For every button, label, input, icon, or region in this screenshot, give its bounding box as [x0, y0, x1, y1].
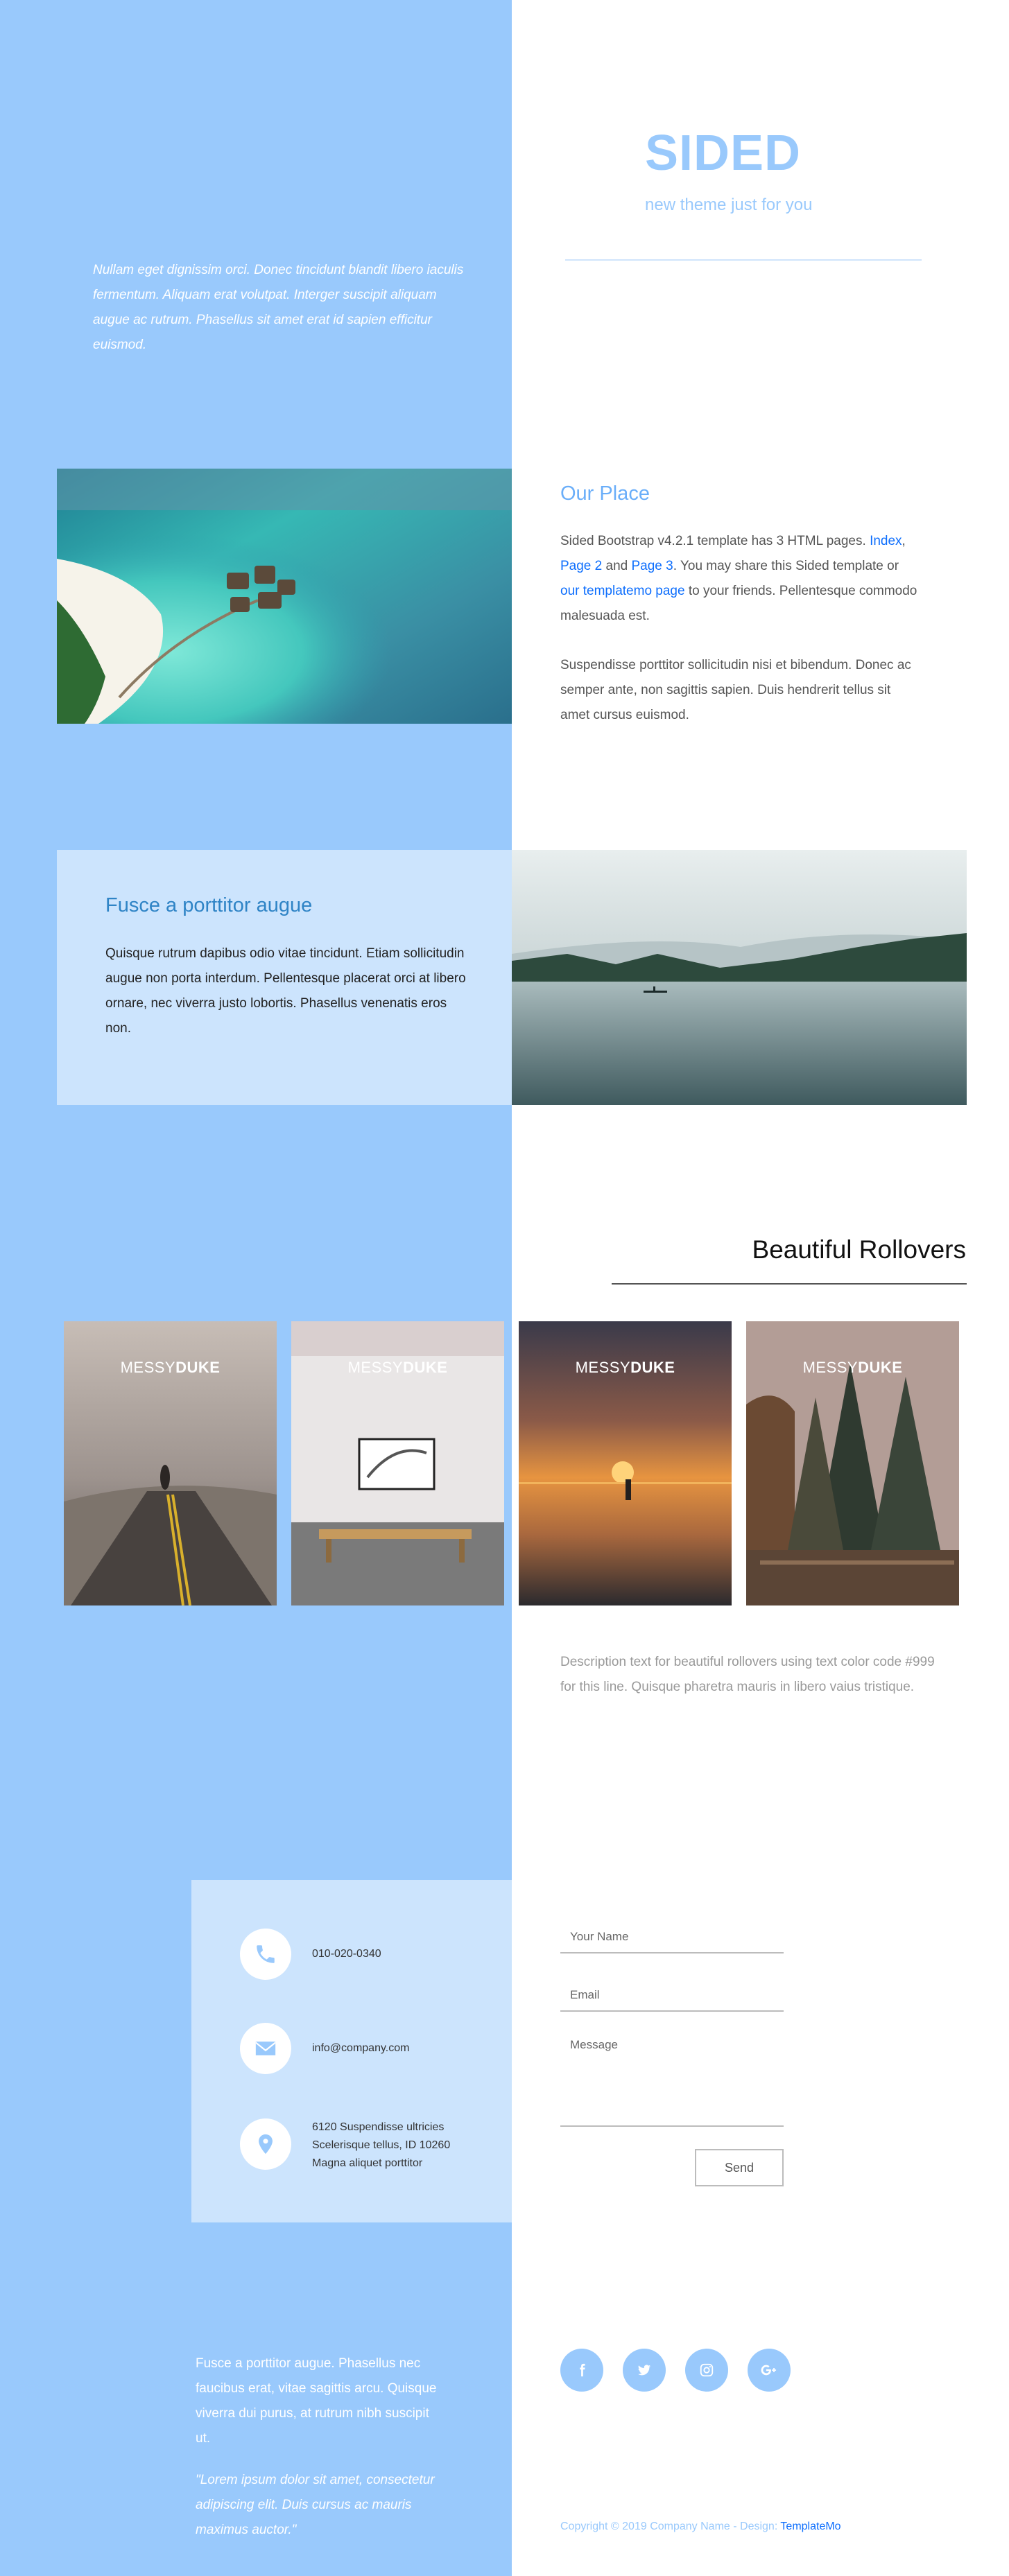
logo-bold-text: DUKE	[175, 1359, 221, 1376]
logo-bold-text: DUKE	[403, 1359, 448, 1376]
brand-title: SIDED	[645, 125, 802, 181]
logo-light-text: MESSY	[575, 1359, 631, 1376]
rollovers-divider	[612, 1283, 967, 1285]
templatemo-design-link[interactable]: TemplateMo	[780, 2521, 840, 2532]
index-link[interactable]: Index	[870, 534, 902, 548]
hero-divider	[565, 259, 922, 261]
google-plus-icon[interactable]	[748, 2349, 791, 2392]
copyright-line: Copyright © 2019 Company Name - Design: …	[560, 2521, 841, 2533]
our-place-paragraph-1: Sided Bootstrap v4.2.1 template has 3 HT…	[560, 529, 921, 629]
footer-quote: "Lorem ipsum dolor sit amet, consectetur…	[196, 2473, 435, 2537]
logo-light-text: MESSY	[347, 1359, 404, 1376]
and-text: and	[605, 559, 628, 573]
logo-light-text: MESSY	[802, 1359, 859, 1376]
contact-email: info@company.com	[312, 2042, 410, 2054]
rollover-logo: MESSYDUKE	[64, 1359, 277, 1377]
our-place-mid-text: . You may share this Sided template or	[673, 559, 899, 573]
footer-text: Fusce a porttitor augue. Phasellus nec f…	[196, 2356, 437, 2446]
page-3-link[interactable]: Page 3	[632, 559, 673, 573]
page-2-link[interactable]: Page 2	[560, 559, 602, 573]
our-place-intro-text: Sided Bootstrap v4.2.1 template has 3 HT…	[560, 534, 866, 548]
facebook-icon[interactable]	[560, 2349, 603, 2392]
name-field[interactable]	[560, 1922, 784, 1953]
copyright-text: Copyright © 2019 Company Name - Design:	[560, 2521, 778, 2532]
lake-image	[512, 850, 967, 1105]
logo-light-text: MESSY	[120, 1359, 176, 1376]
fusce-text: Quisque rutrum dapibus odio vitae tincid…	[105, 946, 466, 1036]
address-line-2: Scelerisque tellus, ID 10260	[312, 2139, 451, 2151]
twitter-icon[interactable]	[623, 2349, 666, 2392]
rollovers-title: Beautiful Rollovers	[752, 1235, 966, 1264]
contact-phone: 010-020-0340	[312, 1948, 381, 1960]
hero-text: Nullam eget dignissim orci. Donec tincid…	[93, 263, 464, 352]
rollovers-description: Description text for beautiful rollovers…	[560, 1655, 935, 1694]
rollover-thumb-road[interactable]: MESSYDUKE	[64, 1321, 277, 1605]
address-line-1: 6120 Suspendisse ultricies	[312, 2121, 445, 2133]
envelope-icon	[240, 2023, 291, 2074]
phone-icon	[240, 1929, 291, 1980]
rollover-thumb-sunset[interactable]: MESSYDUKE	[519, 1321, 732, 1605]
comma-text: ,	[902, 534, 906, 548]
rollover-logo: MESSYDUKE	[291, 1359, 504, 1377]
templatemo-link[interactable]: our templatemo page	[560, 584, 685, 598]
rollover-logo: MESSYDUKE	[746, 1359, 959, 1377]
our-place-title: Our Place	[560, 482, 650, 505]
rollover-thumb-forest[interactable]: MESSYDUKE	[746, 1321, 959, 1605]
logo-bold-text: DUKE	[858, 1359, 903, 1376]
fusce-title: Fusce a porttitor augue	[105, 894, 313, 916]
email-field[interactable]	[560, 1980, 784, 2012]
brand-tagline: new theme just for you	[645, 195, 813, 214]
rollover-thumb-gallery[interactable]: MESSYDUKE	[291, 1321, 504, 1605]
map-marker-icon	[240, 2118, 291, 2170]
our-place-paragraph-2: Suspendisse porttitor sollicitudin nisi …	[560, 658, 911, 722]
contact-address: 6120 Suspendisse ultricies Scelerisque t…	[312, 2118, 450, 2173]
message-field[interactable]	[560, 2030, 784, 2127]
resort-aerial-image	[57, 469, 512, 724]
rollover-logo: MESSYDUKE	[519, 1359, 732, 1377]
instagram-icon[interactable]	[685, 2349, 728, 2392]
send-button[interactable]: Send	[695, 2149, 784, 2186]
logo-bold-text: DUKE	[630, 1359, 675, 1376]
address-line-3: Magna aliquet porttitor	[312, 2157, 423, 2169]
